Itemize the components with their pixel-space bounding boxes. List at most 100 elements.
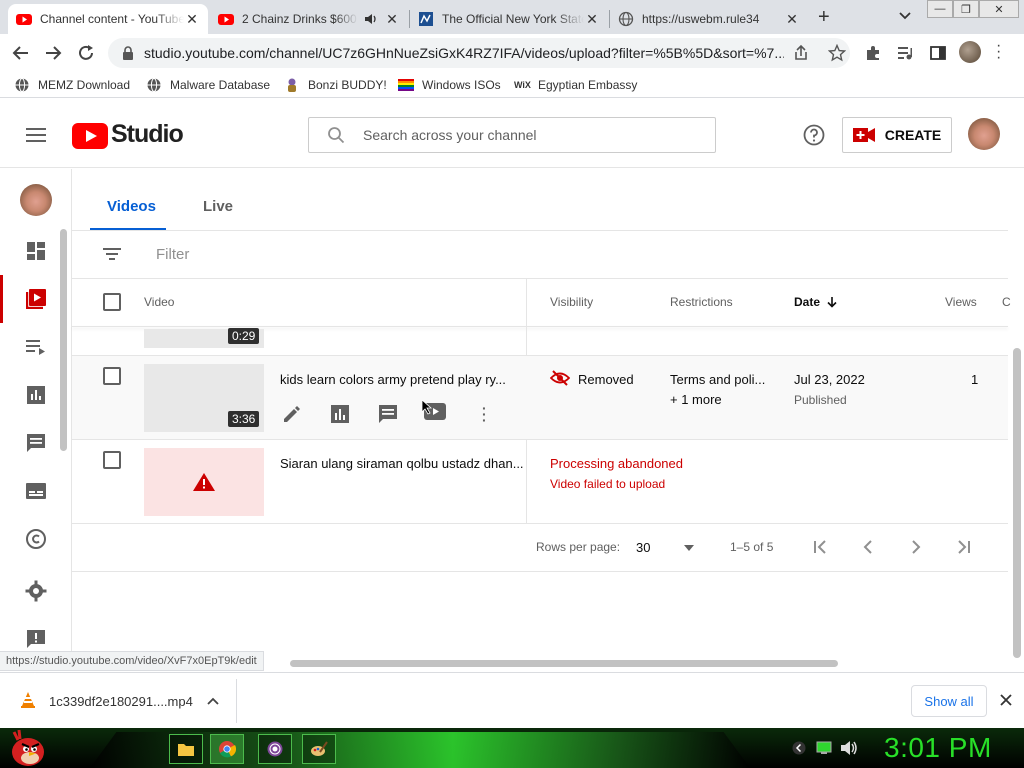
bookmark-memz[interactable]: MEMZ Download <box>14 76 130 94</box>
browser-menu-icon[interactable]: · · · <box>996 38 1001 66</box>
side-panel-icon[interactable] <box>929 44 947 62</box>
network-monitor-icon[interactable] <box>816 741 832 755</box>
tor-onion-icon <box>267 741 283 757</box>
media-controls-icon[interactable] <box>896 44 914 62</box>
share-icon[interactable] <box>792 44 810 62</box>
minimize-window-button[interactable]: — <box>927 0 953 18</box>
volume-speaker-icon[interactable] <box>840 740 858 756</box>
dashboard-icon[interactable] <box>24 239 48 263</box>
youtube-logo-icon[interactable] <box>72 123 108 149</box>
tab-close-icon[interactable]: ✕ <box>184 11 200 27</box>
tab-close-icon[interactable]: ✕ <box>584 11 600 27</box>
address-bar[interactable]: studio.youtube.com/channel/UC7z6GHnNueZs… <box>108 38 850 68</box>
vertical-scrollbar[interactable] <box>1013 348 1021 658</box>
content-icon[interactable] <box>24 287 48 311</box>
column-comments[interactable]: C <box>1002 295 1011 309</box>
channel-search-box[interactable] <box>308 117 716 153</box>
new-tab-button[interactable]: + <box>818 6 838 28</box>
create-button[interactable]: CREATE <box>842 117 952 153</box>
sort-down-arrow-icon[interactable] <box>826 296 838 308</box>
bookmark-star-icon[interactable] <box>828 44 846 62</box>
tab-uswebm[interactable]: https://uswebm.rule34 ✕ <box>610 4 808 34</box>
horizontal-scrollbar[interactable] <box>290 660 838 667</box>
filter-input[interactable]: Filter <box>156 246 189 263</box>
lock-icon[interactable] <box>122 46 134 60</box>
forward-arrow-icon[interactable] <box>44 44 62 62</box>
restriction-label[interactable]: Terms and poli... <box>670 372 765 387</box>
column-date[interactable]: Date <box>794 295 838 309</box>
tray-overflow-icon[interactable] <box>792 741 806 755</box>
bookmarks-bar: MEMZ Download Malware Database Bonzi BUD… <box>0 72 1024 98</box>
filter-icon[interactable] <box>103 247 121 261</box>
show-all-downloads-button[interactable]: Show all <box>911 685 987 717</box>
comments-icon[interactable] <box>378 404 398 424</box>
profile-avatar[interactable] <box>959 41 981 63</box>
close-icon[interactable] <box>1000 694 1012 706</box>
taskbar-clock[interactable]: 3:01 PM <box>884 732 992 764</box>
tab-videos[interactable]: Videos <box>107 198 156 215</box>
tab-ny-state[interactable]: The Official New York State ✕ <box>410 4 608 34</box>
audio-playing-icon[interactable] <box>364 12 378 26</box>
bookmark-label: Bonzi BUDDY! <box>308 78 387 92</box>
help-icon[interactable] <box>803 124 825 146</box>
channel-avatar[interactable] <box>20 184 52 216</box>
row-checkbox[interactable] <box>103 451 121 469</box>
bookmark-windows-isos[interactable]: Windows ISOs <box>398 76 501 94</box>
feedback-icon[interactable] <box>24 627 48 651</box>
visibility-status: Removed <box>578 372 634 387</box>
angry-bird-start-icon[interactable] <box>6 728 46 768</box>
bookmark-egyptian-embassy[interactable]: WiX Egyptian Embassy <box>514 76 637 94</box>
maximize-window-button[interactable]: ❐ <box>953 0 979 18</box>
tab-live[interactable]: Live <box>203 198 233 215</box>
close-window-button[interactable]: ✕ <box>979 0 1019 18</box>
taskbar-paint[interactable] <box>302 734 336 764</box>
comments-icon[interactable] <box>24 431 48 455</box>
youtube-watch-icon[interactable] <box>422 400 448 422</box>
restriction-more[interactable]: + 1 more <box>670 392 722 407</box>
wix-icon: WiX <box>514 80 531 90</box>
chrome-icon <box>219 741 236 758</box>
back-arrow-icon[interactable] <box>12 44 30 62</box>
account-avatar[interactable] <box>968 118 1000 150</box>
hamburger-menu-icon[interactable] <box>26 127 46 143</box>
search-input[interactable] <box>363 127 703 143</box>
edit-pencil-icon[interactable] <box>282 404 302 424</box>
taskbar-tor-browser[interactable] <box>258 734 292 764</box>
select-all-checkbox[interactable] <box>103 293 121 311</box>
chevron-up-icon[interactable] <box>207 697 219 705</box>
column-visibility[interactable]: Visibility <box>550 295 593 309</box>
reload-icon[interactable] <box>77 44 95 62</box>
rows-per-page-select[interactable]: 30 <box>636 540 650 555</box>
tab-close-icon[interactable]: ✕ <box>384 11 400 27</box>
playlists-icon[interactable] <box>24 335 48 359</box>
taskbar-file-explorer[interactable] <box>169 734 203 764</box>
row-checkbox[interactable] <box>103 367 121 385</box>
more-options-icon[interactable]: · · · <box>482 401 487 427</box>
taskbar-chrome[interactable] <box>210 734 244 764</box>
tab-close-icon[interactable]: ✕ <box>784 11 800 27</box>
tab-search-chevron-icon[interactable] <box>898 11 912 21</box>
copyright-icon[interactable] <box>24 527 48 551</box>
last-page-icon[interactable] <box>956 540 972 554</box>
next-page-icon[interactable] <box>910 540 922 554</box>
tab-youtube-studio[interactable]: Channel content - YouTube Studio ✕ <box>8 4 208 34</box>
first-page-icon[interactable] <box>812 540 828 554</box>
nav-scrollbar[interactable] <box>60 229 67 451</box>
bookmark-bonzi[interactable]: Bonzi BUDDY! <box>284 76 387 94</box>
column-views[interactable]: Views <box>945 295 977 309</box>
studio-logo-text[interactable]: Studio <box>111 120 184 149</box>
download-filename[interactable]: 1c339df2e180291....mp4 <box>49 694 193 709</box>
previous-page-icon[interactable] <box>862 540 874 554</box>
vlc-cone-icon <box>21 692 35 708</box>
extensions-puzzle-icon[interactable] <box>864 44 882 62</box>
video-title[interactable]: Siaran ulang siraman qolbu ustadz dhan..… <box>280 456 524 471</box>
video-title[interactable]: kids learn colors army pretend play ry..… <box>280 372 506 387</box>
analytics-icon[interactable] <box>24 383 48 407</box>
subtitles-icon[interactable] <box>24 479 48 503</box>
dropdown-caret-icon[interactable] <box>683 544 695 552</box>
tab-2-chainz[interactable]: 2 Chainz Drinks $600 ✕ <box>210 4 408 34</box>
bookmark-malware-db[interactable]: Malware Database <box>146 76 270 94</box>
column-restrictions[interactable]: Restrictions <box>670 295 733 309</box>
analytics-icon[interactable] <box>330 404 350 424</box>
settings-gear-icon[interactable] <box>24 579 48 603</box>
